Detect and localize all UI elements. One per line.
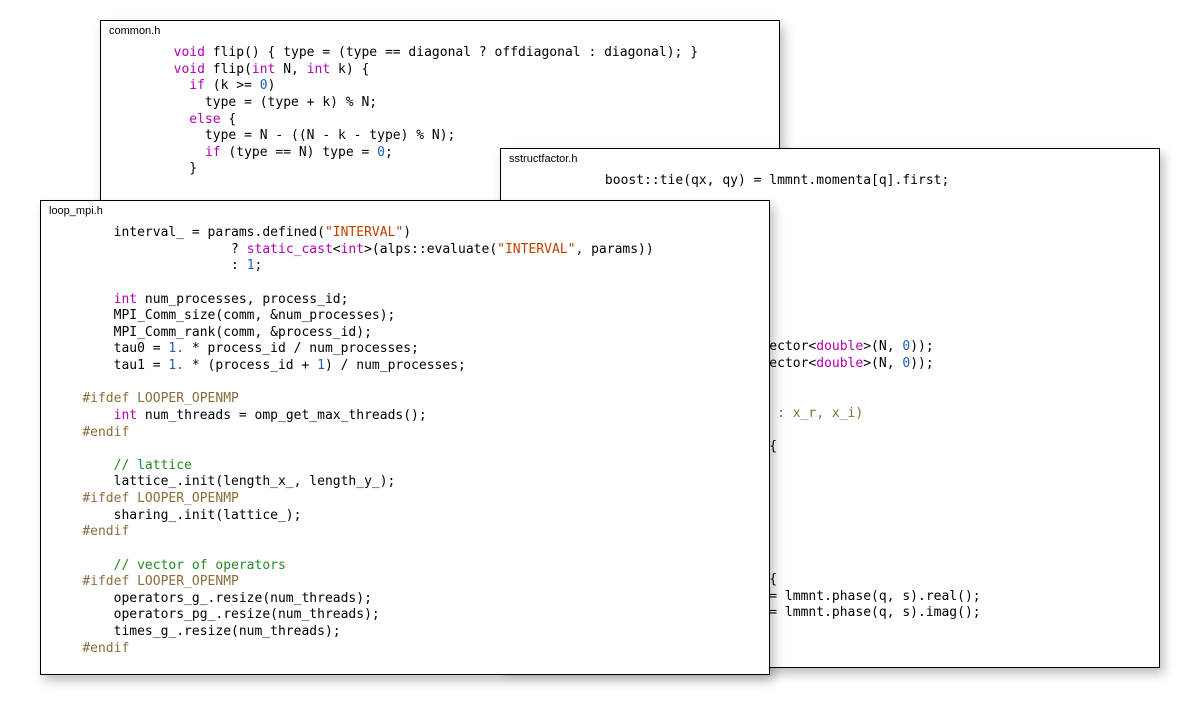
panel-title: common.h (101, 21, 779, 45)
panel-title: loop_mpi.h (41, 201, 769, 225)
code-panel-loop-mpi: loop_mpi.h interval_ = params.defined("I… (40, 200, 770, 675)
code-block: interval_ = params.defined("INTERVAL") ?… (41, 225, 769, 675)
panel-title: sstructfactor.h (501, 149, 1159, 173)
